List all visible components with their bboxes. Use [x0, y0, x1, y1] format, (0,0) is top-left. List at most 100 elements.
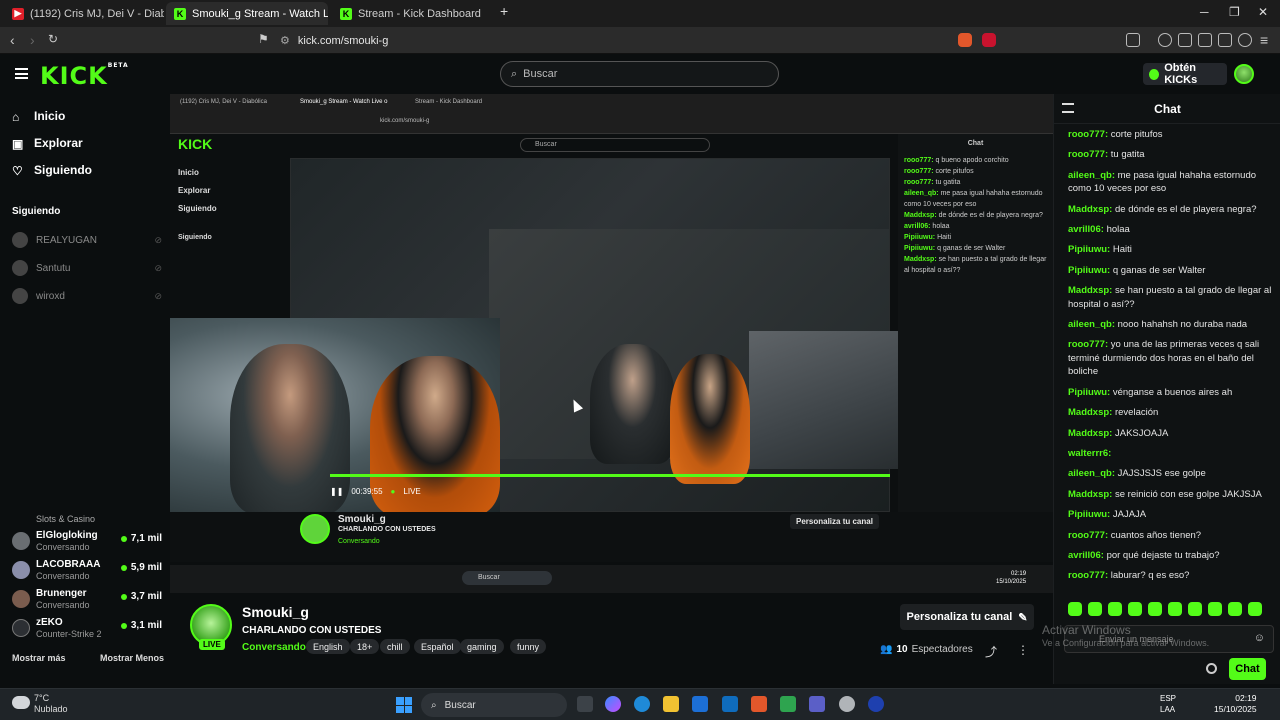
following-channel[interactable]: wiroxd ⊘ [12, 288, 162, 304]
chat-username[interactable]: Pipiiuwu: [1068, 387, 1110, 398]
emote-icon[interactable] [1168, 602, 1182, 616]
tag-chip[interactable]: 18+ [350, 639, 380, 654]
brave-shield-icon[interactable] [958, 33, 972, 47]
weather-widget[interactable]: 7°C Nublado [12, 693, 68, 715]
maximize-icon[interactable]: ❐ [1229, 5, 1240, 19]
chat-username[interactable]: Pipiiuwu: [1068, 244, 1110, 255]
tab-youtube[interactable]: ▶ (1192) Cris MJ, Dei V - Diabólica [4, 2, 164, 25]
chat-username[interactable]: aileen_qb: [1068, 319, 1115, 330]
emote-icon[interactable] [1228, 602, 1242, 616]
chat-username[interactable]: Pipiiuwu: [1068, 265, 1110, 276]
tag-chip[interactable]: gaming [460, 639, 504, 654]
recommended-channel[interactable]: zEKO Counter-Strike 2 3,1 mil [12, 615, 162, 643]
leo-icon[interactable] [1218, 33, 1232, 47]
recommended-channel[interactable]: Brunenger Conversando 3,7 mil [12, 586, 162, 614]
teams-icon[interactable] [809, 696, 825, 712]
nav-following[interactable]: ♡ Siguiendo [12, 163, 92, 178]
customize-channel-button[interactable]: Personaliza tu canal ✎ [900, 604, 1034, 630]
copilot-icon[interactable] [605, 696, 621, 712]
bookmark-icon[interactable]: ⚑ [258, 32, 269, 46]
get-kicks-button[interactable]: Obtén KICKs [1143, 62, 1227, 86]
url-field[interactable]: ⚙ kick.com/smouki-g [280, 30, 960, 51]
hamburger-menu-icon[interactable] [15, 68, 28, 79]
emote-icon[interactable] [1248, 602, 1262, 616]
edge-icon[interactable] [634, 696, 650, 712]
stream-video[interactable]: (1192) Cris MJ, Dei V - Diabólica Smouki… [170, 94, 1053, 512]
more-options-icon[interactable]: ⋮ [1017, 643, 1029, 657]
chat-username[interactable]: rooo777: [1068, 530, 1108, 541]
system-clock[interactable]: 02:19 15/10/2025 [1214, 693, 1257, 715]
brave-icon[interactable] [751, 696, 767, 712]
recommended-channel[interactable]: LACOBRAAA Conversando 5,9 mil [12, 557, 162, 585]
new-tab-icon[interactable]: + [500, 3, 508, 19]
screenshot-icon[interactable] [1126, 33, 1140, 47]
tag-chip[interactable]: Español [414, 639, 461, 654]
emote-icon[interactable] [1108, 602, 1122, 616]
show-more-button[interactable]: Mostrar más [12, 653, 66, 663]
outlook-icon[interactable] [722, 696, 738, 712]
back-icon[interactable]: ‹ [10, 32, 15, 48]
collapse-chat-icon[interactable] [1062, 103, 1074, 113]
brave-rewards-icon[interactable] [982, 33, 996, 47]
send-chat-button[interactable]: Chat [1229, 658, 1266, 680]
chat-username[interactable]: aileen_qb: [1068, 170, 1115, 181]
emote-icon[interactable] [1068, 602, 1082, 616]
tab-kick-dashboard[interactable]: K Stream - Kick Dashboard [332, 2, 492, 25]
chat-username[interactable]: aileen_qb: [1068, 468, 1115, 479]
chat-settings-icon[interactable] [1206, 663, 1217, 674]
following-channel[interactable]: REALYUGAN ⊘ [12, 232, 162, 248]
emoji-icon[interactable]: ☺ [1254, 632, 1265, 644]
share-icon[interactable]: ⤴ [985, 643, 997, 660]
reload-icon[interactable]: ↻ [48, 32, 58, 46]
vpn-icon[interactable] [1238, 33, 1252, 47]
chat-username[interactable]: rooo777: [1068, 149, 1108, 160]
chat-username[interactable]: rooo777: [1068, 129, 1108, 140]
search-input[interactable]: ⌕ Buscar [500, 61, 779, 87]
media-icon[interactable] [1158, 33, 1172, 47]
kick-logo[interactable]: KICKBETA [40, 62, 129, 90]
task-view-icon[interactable] [577, 696, 593, 712]
following-channel[interactable]: Santutu ⊘ [12, 260, 162, 276]
chat-username[interactable]: Maddxsp: [1068, 285, 1112, 296]
app-icon[interactable] [839, 696, 855, 712]
chat-username[interactable]: avrill06: [1068, 550, 1104, 561]
emote-icon[interactable] [1188, 602, 1202, 616]
chat-username[interactable]: rooo777: [1068, 570, 1108, 581]
tab-kick-stream[interactable]: K Smouki_g Stream - Watch Live o ✕ [166, 2, 328, 25]
ea-icon[interactable] [868, 696, 884, 712]
chat-username[interactable]: Maddxsp: [1068, 489, 1112, 500]
nav-explore[interactable]: ▣ Explorar [12, 136, 83, 151]
emote-icon[interactable] [1208, 602, 1222, 616]
play-icon[interactable]: ❚❚ [330, 487, 343, 496]
show-less-button[interactable]: Mostrar Menos [100, 653, 164, 663]
chat-username[interactable]: Pipiiuwu: [1068, 509, 1110, 520]
close-window-icon[interactable]: ✕ [1258, 5, 1268, 19]
emote-icon[interactable] [1128, 602, 1142, 616]
stream-category[interactable]: Conversando [242, 642, 306, 653]
app-icon[interactable] [780, 696, 796, 712]
taskbar-search[interactable]: ⌕ Buscar [421, 693, 567, 717]
language-indicator[interactable]: ESP LAA [1160, 693, 1176, 715]
user-avatar[interactable] [1234, 64, 1254, 84]
recommended-channel[interactable]: ElGlogloking Conversando 7,1 mil [12, 528, 162, 556]
tag-chip[interactable]: funny [510, 639, 547, 654]
emote-icon[interactable] [1088, 602, 1102, 616]
chat-username[interactable]: Maddxsp: [1068, 204, 1112, 215]
stream-progress[interactable] [330, 474, 890, 477]
tag-chip[interactable]: chill [380, 639, 410, 654]
site-info-icon[interactable]: ⚙ [280, 34, 290, 47]
chat-username[interactable]: walterrr6: [1068, 448, 1111, 459]
nav-home[interactable]: ⌂ Inicio [12, 109, 65, 124]
file-explorer-icon[interactable] [663, 696, 679, 712]
streamer-name[interactable]: Smouki_g [242, 604, 309, 620]
sidebar-icon[interactable] [1178, 33, 1192, 47]
forward-icon[interactable]: › [30, 32, 35, 48]
menu-icon[interactable]: ≡ [1260, 32, 1268, 48]
emote-icon[interactable] [1148, 602, 1162, 616]
minimize-icon[interactable]: ─ [1200, 5, 1209, 19]
start-button[interactable] [396, 697, 412, 713]
tag-chip[interactable]: English [306, 639, 350, 654]
chat-username[interactable]: rooo777: [1068, 339, 1108, 350]
store-icon[interactable] [692, 696, 708, 712]
chat-username[interactable]: Maddxsp: [1068, 428, 1112, 439]
